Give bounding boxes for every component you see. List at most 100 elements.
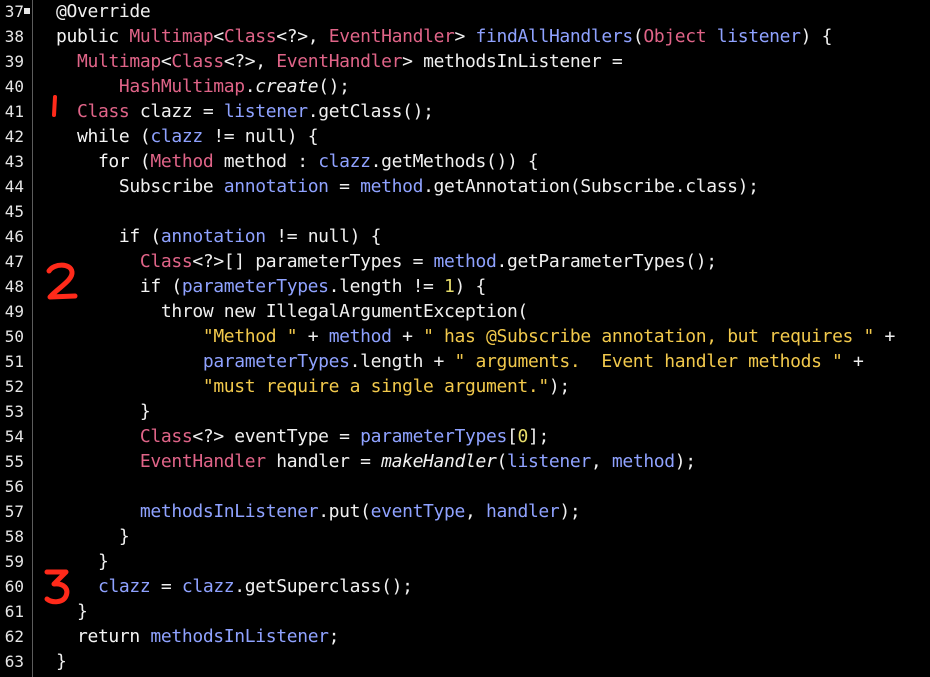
- code-line[interactable]: 51 parameterTypes.length + " arguments. …: [0, 349, 930, 374]
- code-token: .length +: [349, 351, 455, 372]
- code-token: ];: [527, 426, 549, 447]
- code-token: }: [56, 651, 67, 672]
- line-number: 54: [4, 427, 24, 446]
- code-token: =: [150, 576, 182, 597]
- line-number: 59: [4, 552, 24, 571]
- line-number: 53: [4, 402, 24, 421]
- code-token: " arguments. Event handler methods ": [454, 351, 843, 372]
- code-line[interactable]: 39 Multimap<Class<?>, EventHandler> meth…: [0, 49, 930, 74]
- fold-marker-icon[interactable]: [24, 8, 30, 14]
- code-token: Object: [643, 26, 707, 47]
- code-line[interactable]: 56: [0, 474, 930, 499]
- code-token: != null) {: [202, 126, 319, 147]
- code-text: EventHandler handler = makeHandler(liste…: [56, 449, 696, 474]
- code-token: .getMethods()) {: [370, 151, 539, 172]
- code-token: 1: [444, 276, 455, 297]
- code-line[interactable]: 52 "must require a single argument.");: [0, 374, 930, 399]
- code-token: =: [328, 176, 361, 197]
- code-line[interactable]: 63}: [0, 649, 930, 674]
- line-number: 55: [4, 452, 24, 471]
- code-line[interactable]: 43 for (Method method : clazz.getMethods…: [0, 149, 930, 174]
- line-number: 39: [4, 52, 24, 71]
- code-line[interactable]: 40 HashMultimap.create();: [0, 74, 930, 99]
- code-line[interactable]: 41 Class clazz = listener.getClass();: [0, 99, 930, 124]
- code-token: 0: [517, 426, 528, 447]
- code-token: " has @Subscribe annotation, but require…: [423, 326, 875, 347]
- line-number: 48: [4, 277, 24, 296]
- code-line[interactable]: 57 methodsInListener.put(eventType, hand…: [0, 499, 930, 524]
- code-token: clazz: [181, 576, 235, 597]
- code-token: +: [391, 326, 424, 347]
- code-token: <: [213, 26, 224, 47]
- code-line[interactable]: 58 }: [0, 524, 930, 549]
- code-token: EventHandler: [139, 451, 266, 472]
- code-token: parameterTypes: [360, 426, 507, 447]
- code-line[interactable]: 49 throw new IllegalArgumentException(: [0, 299, 930, 324]
- code-line[interactable]: 38 public Multimap<Class<?>, EventHandler…: [0, 24, 930, 49]
- code-token: method :: [213, 151, 319, 172]
- code-token: for (: [56, 151, 151, 172]
- code-line[interactable]: 53 }: [0, 399, 930, 424]
- code-token: create: [255, 76, 319, 97]
- code-token: (: [496, 451, 507, 472]
- code-line[interactable]: 47 Class<?>[] parameterTypes = method.ge…: [0, 249, 930, 274]
- code-token: Class: [139, 251, 193, 272]
- code-line[interactable]: 44 Subscribe annotation = method.getAnno…: [0, 174, 930, 199]
- code-token: method: [360, 176, 424, 197]
- line-number: 40: [4, 77, 24, 96]
- code-token: parameterTypes: [181, 276, 329, 297]
- code-text: if (annotation != null) {: [56, 224, 382, 249]
- code-token: .getClass();: [307, 101, 434, 122]
- code-token: @Override: [56, 1, 151, 22]
- code-line[interactable]: 55 EventHandler handler = makeHandler(li…: [0, 449, 930, 474]
- code-text: while (clazz != null) {: [56, 124, 319, 149]
- code-line[interactable]: 59 }: [0, 549, 930, 574]
- code-text: Class<?> eventType = parameterTypes[0];: [56, 424, 549, 449]
- code-text: clazz = clazz.getSuperclass();: [56, 574, 413, 599]
- line-number: 57: [4, 502, 24, 521]
- code-line[interactable]: 50 "Method " + method + " has @Subscribe…: [0, 324, 930, 349]
- code-token: );: [674, 451, 696, 472]
- code-line[interactable]: 48 if (parameterTypes.length != 1) {: [0, 274, 930, 299]
- code-line[interactable]: 54 Class<?> eventType = parameterTypes[0…: [0, 424, 930, 449]
- code-token: >: [454, 26, 476, 47]
- code-text: public Multimap<Class<?>, EventHandler> …: [56, 24, 832, 49]
- code-line[interactable]: 62 return methodsInListener;: [0, 624, 930, 649]
- code-token: parameterTypes: [202, 351, 350, 372]
- line-number: 51: [4, 352, 24, 371]
- code-token: Class: [223, 26, 277, 47]
- code-token: findAllHandlers: [475, 26, 634, 47]
- code-token: [: [506, 426, 518, 447]
- code-token: .getParameterTypes();: [496, 251, 717, 272]
- code-text: }: [56, 524, 130, 549]
- code-token: );: [548, 376, 570, 397]
- code-text: "must require a single argument.");: [56, 374, 570, 399]
- code-line[interactable]: 45: [0, 199, 930, 224]
- code-token: handler: [486, 501, 560, 522]
- code-token: <: [160, 51, 172, 72]
- code-line[interactable]: 60 clazz = clazz.getSuperclass();: [0, 574, 930, 599]
- code-token: method: [611, 451, 675, 472]
- line-number: 62: [4, 627, 24, 646]
- code-token: "must require a single argument.": [202, 376, 549, 397]
- code-text: methodsInListener.put(eventType, handler…: [56, 499, 581, 524]
- code-line[interactable]: 46 if (annotation != null) {: [0, 224, 930, 249]
- code-token: <?>,: [276, 26, 329, 47]
- code-token: (: [632, 26, 644, 47]
- code-token: .: [244, 76, 256, 97]
- code-line[interactable]: 61 }: [0, 599, 930, 624]
- annotation-marker-3: [44, 569, 70, 605]
- code-token: != null) {: [265, 226, 382, 247]
- code-token: handler =: [265, 451, 382, 472]
- code-text: }: [56, 649, 67, 674]
- code-text: return methodsInListener;: [56, 624, 340, 649]
- code-line[interactable]: 37 @Override: [0, 0, 930, 24]
- line-number: 58: [4, 527, 24, 546]
- code-line[interactable]: 42 while (clazz != null) {: [0, 124, 930, 149]
- code-token: public: [56, 26, 130, 47]
- code-token: ;: [328, 626, 340, 647]
- code-editor[interactable]: 37 @Override 38 public Multimap<Class<?>, E…: [0, 0, 930, 677]
